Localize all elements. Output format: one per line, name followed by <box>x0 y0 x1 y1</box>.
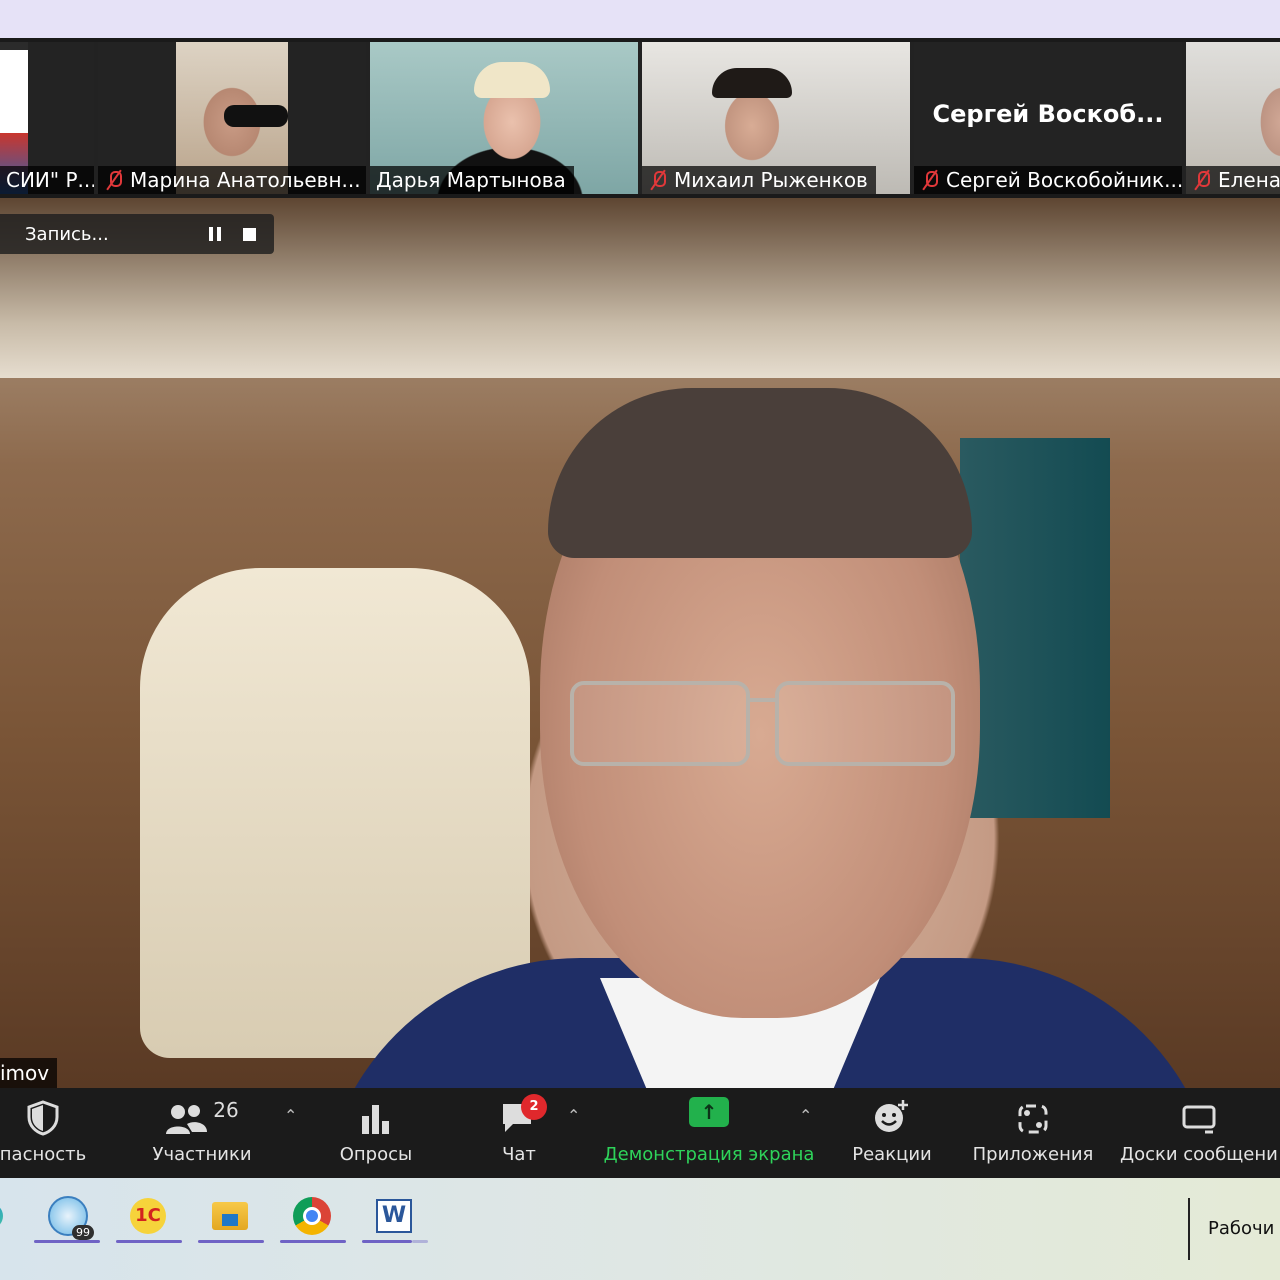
participants-count: 26 <box>213 1098 239 1122</box>
mic-muted-icon <box>648 169 668 191</box>
chat-unread-badge: 2 <box>521 1094 547 1120</box>
word-icon[interactable]: W <box>360 1190 428 1242</box>
chat-icon: 2 <box>499 1088 547 1136</box>
glasses-lens <box>775 681 955 766</box>
polls-label: Опросы <box>339 1144 413 1165</box>
participant-tile[interactable]: Сергей Воскоб... Сергей Воскобойник... <box>914 42 1182 194</box>
participant-center-name: Сергей Воскоб... <box>932 100 1164 128</box>
speaker-name-plate: imov <box>0 1058 58 1088</box>
pause-recording-button[interactable] <box>201 220 229 248</box>
participant-tile[interactable]: Михаил Рыженков <box>642 42 910 194</box>
taskbar-running-indicator <box>34 1240 100 1243</box>
participant-name-plate: Елена <box>1186 166 1280 194</box>
participant-tile[interactable]: Дарья Мартынова <box>370 42 638 194</box>
hair <box>474 62 550 98</box>
chrome-icon[interactable] <box>278 1190 346 1242</box>
participants-button[interactable]: 26 Участники <box>148 1088 256 1178</box>
participant-name-plate: Марина Анатольевн... <box>98 166 366 194</box>
participant-name-plate: Сергей Воскобойник... <box>914 166 1182 194</box>
shield-icon <box>26 1088 60 1136</box>
reactions-button[interactable]: Реакции <box>848 1088 936 1178</box>
apps-label: Приложения <box>972 1144 1094 1165</box>
participants-caret-icon[interactable]: ⌃ <box>284 1106 297 1125</box>
taskbar-running-indicator <box>198 1240 264 1243</box>
glasses-lens <box>570 681 750 766</box>
participant-name: СИИ" Р... <box>6 168 94 192</box>
zoom-meeting-window: СИИ" Р... Марина Анатольевн... Дарья Мар… <box>0 38 1280 1178</box>
participant-gallery: СИИ" Р... Марина Анатольевн... Дарья Мар… <box>0 42 1280 194</box>
speaker-hair <box>548 388 972 558</box>
mic-muted-icon <box>104 169 124 191</box>
participant-name: Елена <box>1218 168 1280 192</box>
share-screen-button[interactable]: ↑ Демонстрация экрана <box>602 1088 816 1178</box>
whiteboard-icon <box>1118 1088 1280 1136</box>
taskbar-running-indicator <box>412 1240 428 1243</box>
meeting-toolbar: пасность 26 Участники ⌃ Опросы 2 Чат ⌃ ↑… <box>0 1088 1280 1178</box>
stop-icon <box>242 227 256 241</box>
window-top-strip <box>0 0 1280 38</box>
reactions-label: Реакции <box>852 1144 932 1165</box>
1c-icon[interactable]: 1С <box>114 1190 182 1242</box>
mic-muted-icon <box>1192 169 1212 191</box>
pause-icon <box>209 227 221 241</box>
security-button[interactable]: пасность <box>0 1088 86 1178</box>
chat-button[interactable]: 2 Чат <box>490 1088 548 1178</box>
participant-name: Марина Анатольевн... <box>130 168 361 192</box>
participant-tile[interactable]: СИИ" Р... <box>0 42 94 194</box>
security-label: пасность <box>0 1144 87 1165</box>
taskbar-running-indicator <box>280 1240 346 1243</box>
recording-indicator: Запись... <box>0 214 274 254</box>
apps-icon <box>1016 1088 1050 1136</box>
participant-tile[interactable]: Марина Анатольевн... <box>98 42 366 194</box>
edge-icon[interactable] <box>0 1190 10 1242</box>
glasses-bridge <box>750 698 775 702</box>
recording-label: Запись... <box>25 223 109 245</box>
participant-name: Сергей Воскобойник... <box>946 168 1182 192</box>
chat-label: Чат <box>502 1144 536 1165</box>
hair <box>712 68 792 98</box>
clock-widget-icon[interactable]: 99 <box>34 1190 102 1242</box>
whiteboards-button[interactable]: Доски сообщени <box>1118 1088 1280 1178</box>
chat-caret-icon[interactable]: ⌃ <box>567 1106 580 1125</box>
participant-name-plate: Михаил Рыженков <box>642 166 876 194</box>
stop-recording-button[interactable] <box>235 220 263 248</box>
tray-desktop-label[interactable]: Рабочи <box>1208 1218 1274 1239</box>
file-explorer-icon[interactable] <box>196 1190 264 1242</box>
mic-muted-icon <box>920 169 940 191</box>
polls-button[interactable]: Опросы <box>330 1088 422 1178</box>
clock-badge: 99 <box>72 1225 94 1240</box>
share-screen-label: Демонстрация экрана <box>603 1144 815 1165</box>
windows-taskbar: 99 1С W Рабочи <box>0 1178 1280 1280</box>
participants-label: Участники <box>152 1144 252 1165</box>
apps-button[interactable]: Приложения <box>968 1088 1098 1178</box>
participant-name-plate: СИИ" Р... <box>0 166 94 194</box>
taskbar-running-indicator <box>116 1240 182 1243</box>
taskbar-running-indicator <box>362 1240 412 1243</box>
active-speaker-video <box>0 198 1280 1088</box>
participant-name-plate: Дарья Мартынова <box>370 166 574 194</box>
smiley-plus-icon <box>873 1088 911 1136</box>
participant-name: Дарья Мартынова <box>376 168 566 192</box>
background-window <box>960 438 1110 818</box>
participant-name: Михаил Рыженков <box>674 168 868 192</box>
tray-divider <box>1188 1198 1190 1260</box>
polls-icon <box>359 1088 393 1136</box>
share-screen-arrow-icon: ↑ <box>689 1097 729 1127</box>
whiteboards-label: Доски сообщени <box>1120 1144 1278 1165</box>
participant-tile[interactable]: Елена <box>1186 42 1280 194</box>
participants-icon <box>166 1105 208 1134</box>
share-caret-icon[interactable]: ⌃ <box>799 1106 812 1125</box>
sunglasses <box>224 105 288 127</box>
